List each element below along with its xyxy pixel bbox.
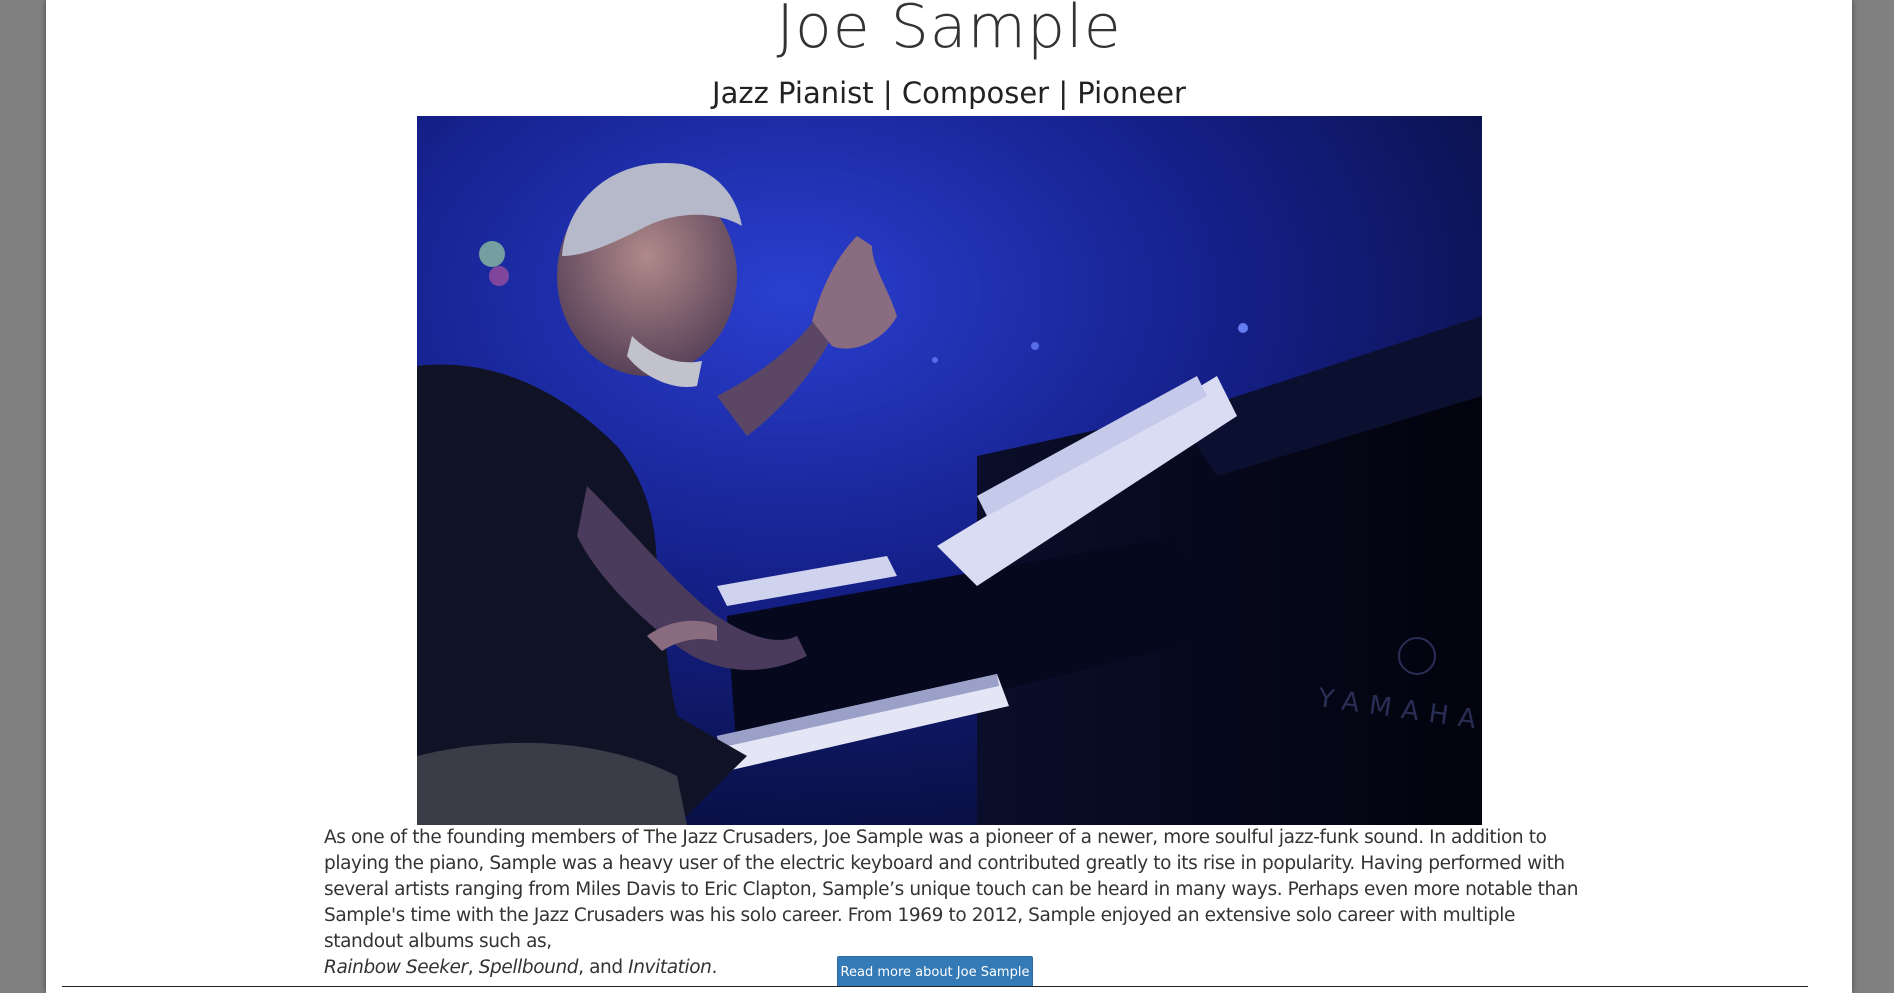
footer-divider [62,986,1808,987]
joe-sample-photo: YAMAHA [417,116,1482,825]
album-invitation: Invitation [628,957,712,978]
bio-end: . [711,957,717,978]
page-title: Joe Sample [776,0,1122,62]
bio-text: As one of the founding members of The Ja… [324,827,1579,952]
album-rainbow-seeker: Rainbow Seeker [324,957,468,978]
album-spellbound: Spellbound [478,957,579,978]
bio-separator: , and [578,957,629,978]
read-more-button[interactable]: Read more about Joe Sample [837,956,1033,987]
bio-separator: , [467,957,479,978]
page-container: Joe Sample Jazz Pianist | Composer | Pio… [46,0,1852,993]
page-subtitle: Jazz Pianist | Composer | Pioneer [712,76,1186,110]
